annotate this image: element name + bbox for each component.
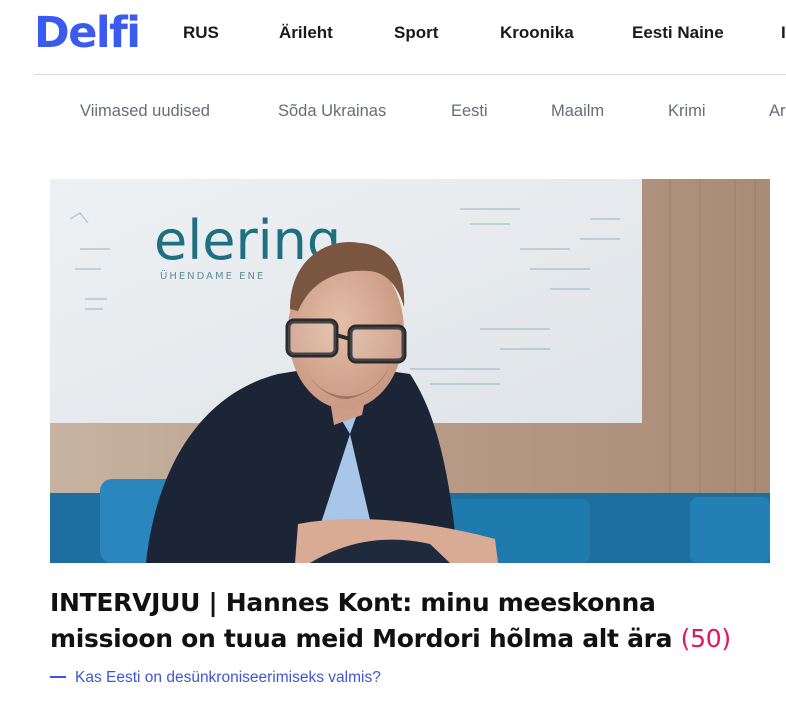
elering-sign-subtext: ÜHENDAME ENE — [160, 269, 265, 282]
related-article-link-text[interactable]: Kas Eesti on desünkroniseerimiseks valmi… — [75, 669, 381, 686]
dash-icon — [50, 675, 66, 678]
article-headline-text[interactable]: INTERVJUU | Hannes Kont: minu meeskonna … — [50, 588, 673, 653]
related-article-link[interactable]: Kas Eesti on desünkroniseerimiseks valmi… — [50, 667, 381, 689]
top-nav-item-rus[interactable]: RUS — [183, 20, 219, 46]
top-nav-item-sport[interactable]: Sport — [394, 20, 438, 46]
section-navigation: Viimased uudised Sõda Ukrainas Eesti Maa… — [0, 98, 786, 126]
sub-nav-item-cutoff[interactable]: Ar — [769, 98, 786, 124]
top-nav-item-arileht[interactable]: Ärileht — [279, 20, 333, 46]
top-nav-item-eesti-naine[interactable]: Eesti Naine — [632, 20, 724, 46]
article-hero-image[interactable]: elering ÜHENDAME ENE — [50, 179, 770, 563]
sub-nav-item-world[interactable]: Maailm — [551, 98, 604, 124]
sub-nav-item-estonia[interactable]: Eesti — [451, 98, 488, 124]
sub-nav-item-war-in-ukraine[interactable]: Sõda Ukrainas — [278, 98, 386, 124]
comment-count[interactable]: (50) — [681, 624, 731, 653]
header-divider — [34, 74, 786, 75]
sub-nav-item-crime[interactable]: Krimi — [668, 98, 706, 124]
article-headline[interactable]: INTERVJUU | Hannes Kont: minu meeskonna … — [50, 585, 770, 657]
top-nav-item-cutoff[interactable]: I — [781, 20, 786, 46]
top-nav-item-kroonika[interactable]: Kroonika — [500, 20, 574, 46]
top-navigation: RUS Ärileht Sport Kroonika Eesti Naine I — [0, 20, 786, 48]
sub-nav-item-latest-news[interactable]: Viimased uudised — [80, 98, 210, 124]
